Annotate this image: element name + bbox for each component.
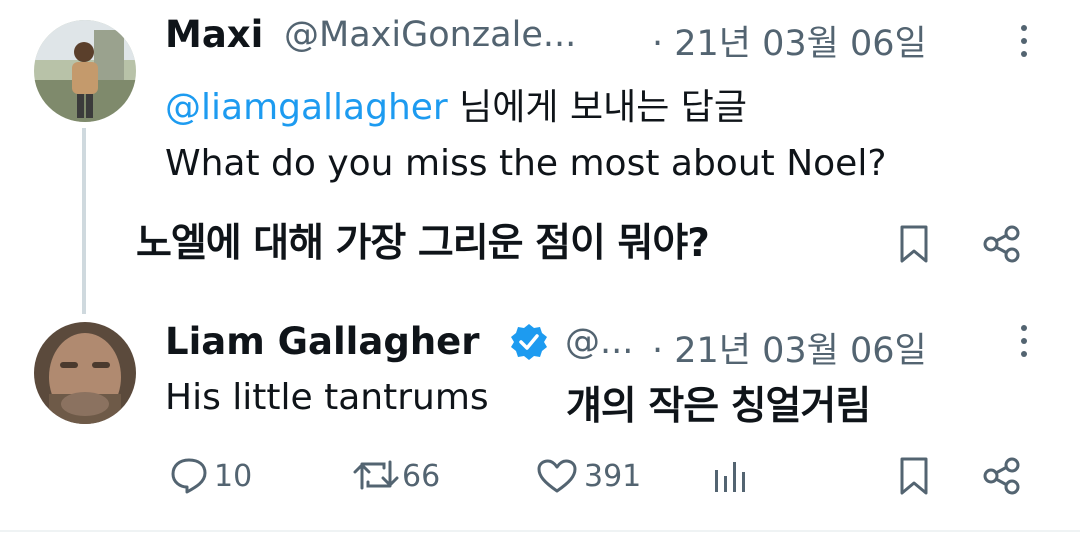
bookmark-icon[interactable]	[897, 224, 931, 264]
share-icon[interactable]	[982, 224, 1022, 264]
tweet1-translation: 노엘에 대해 가장 그리운 점이 뭐야?	[136, 221, 710, 266]
verified-badge-icon	[509, 322, 549, 362]
tweet2-author-handle[interactable]: @...	[565, 322, 633, 362]
reply-count[interactable]: 10	[214, 459, 252, 494]
reply-to-suffix: 님에게 보내는 답글	[447, 87, 748, 128]
tweet2-author-name[interactable]: Liam Gallagher	[165, 320, 480, 363]
reply-icon[interactable]	[170, 456, 208, 494]
more-vertical-icon[interactable]	[1014, 22, 1034, 60]
tweet2-date[interactable]: · 21년 03월 06일	[652, 322, 927, 373]
more-vertical-icon[interactable]	[1014, 322, 1034, 360]
tweet1-text: What do you miss the most about Noel?	[165, 143, 887, 184]
tweet1-author-name[interactable]: Maxi	[165, 13, 263, 56]
analytics-icon[interactable]	[712, 458, 748, 494]
reply-to-mention[interactable]: @liamgallagher	[165, 87, 448, 128]
thread-connector-line	[82, 128, 86, 314]
like-icon[interactable]	[536, 458, 578, 494]
like-count[interactable]: 391	[584, 459, 641, 494]
maxi-avatar[interactable]	[34, 20, 136, 122]
tweet2-text: His little tantrums	[165, 377, 489, 418]
liam-avatar[interactable]	[34, 322, 136, 424]
tweet1-author-handle[interactable]: @MaxiGonzale...	[284, 15, 576, 55]
bookmark-icon[interactable]	[897, 456, 931, 496]
retweet-icon[interactable]	[352, 458, 400, 492]
reply-to-line: @liamgallagher 님에게 보내는 답글	[165, 78, 747, 130]
retweet-count[interactable]: 66	[402, 459, 440, 494]
tweet2-translation: 걔의 작은 칭얼거림	[566, 384, 871, 429]
tweet1-date[interactable]: · 21년 03월 06일	[652, 15, 927, 66]
share-icon[interactable]	[982, 456, 1022, 496]
divider	[0, 530, 1080, 532]
